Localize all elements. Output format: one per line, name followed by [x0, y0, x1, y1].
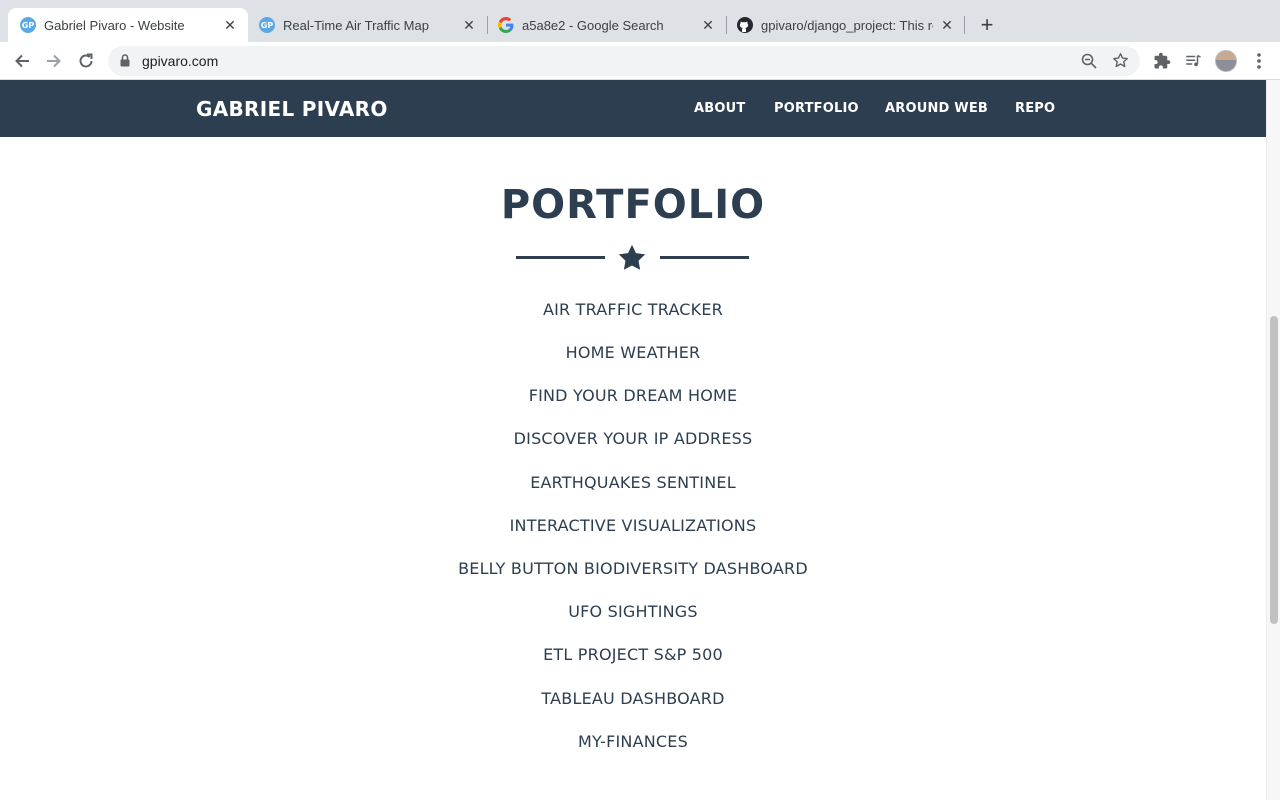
list-item: EARTHQUAKES SENTINEL — [0, 473, 1266, 492]
forward-arrow-icon — [47, 54, 61, 68]
list-item: MY-FINANCES — [0, 732, 1266, 751]
project-link-interactive-viz[interactable]: INTERACTIVE VISUALIZATIONS — [510, 516, 757, 535]
project-link-ip-address[interactable]: DISCOVER YOUR IP ADDRESS — [514, 429, 753, 448]
forward-button[interactable] — [42, 49, 66, 73]
tab-title: Gabriel Pivaro - Website — [44, 17, 185, 33]
media-control-icon[interactable] — [1182, 50, 1204, 72]
bookmark-star-icon[interactable] — [1112, 52, 1129, 74]
tab-separator — [964, 16, 965, 34]
project-link-ufo-sightings[interactable]: UFO SIGHTINGS — [568, 602, 698, 621]
close-tab-icon[interactable]: ✕ — [939, 17, 955, 33]
tab-gabriel-pivaro[interactable]: GP Gabriel Pivaro - Website ✕ — [8, 8, 248, 42]
project-link-dream-home[interactable]: FIND YOUR DREAM HOME — [529, 386, 738, 405]
scrollbar-thumb[interactable] — [1270, 316, 1278, 624]
site-brand[interactable]: GABRIEL PIVARO — [196, 97, 388, 121]
list-item: ETL PROJECT S&P 500 — [0, 645, 1266, 664]
list-item: DISCOVER YOUR IP ADDRESS — [0, 429, 1266, 448]
tab-strip: GP Gabriel Pivaro - Website ✕ GP Real-Ti… — [0, 0, 1280, 42]
list-item: INTERACTIVE VISUALIZATIONS — [0, 516, 1266, 535]
star-icon — [617, 243, 647, 278]
reload-button[interactable] — [74, 49, 98, 73]
list-item: UFO SIGHTINGS — [0, 602, 1266, 621]
url-text: gpivaro.com — [142, 53, 219, 69]
tab-air-traffic-map[interactable]: GP Real-Time Air Traffic Map ✕ — [247, 8, 487, 42]
profile-avatar[interactable] — [1215, 50, 1237, 72]
web-page: GABRIEL PIVARO ABOUT PORTFOLIO AROUND WE… — [0, 80, 1266, 800]
divider-line-right — [660, 256, 749, 259]
nav-link-about[interactable]: ABOUT — [694, 101, 745, 116]
google-icon — [498, 17, 514, 33]
close-tab-icon[interactable]: ✕ — [700, 17, 716, 33]
list-item: FIND YOUR DREAM HOME — [0, 386, 1266, 405]
project-link-air-traffic-tracker[interactable]: AIR TRAFFIC TRACKER — [543, 300, 723, 319]
tab-title: a5a8e2 - Google Search — [522, 17, 664, 33]
project-link-my-finances[interactable]: MY-FINANCES — [578, 732, 688, 751]
nav-link-portfolio[interactable]: PORTFOLIO — [774, 101, 859, 116]
reload-icon — [79, 53, 93, 68]
new-tab-button[interactable]: + — [975, 12, 999, 37]
tab-title: Real-Time Air Traffic Map — [283, 17, 429, 33]
close-tab-icon[interactable]: ✕ — [222, 17, 238, 33]
extensions-puzzle-icon[interactable] — [1151, 50, 1173, 72]
list-item: AIR TRAFFIC TRACKER — [0, 300, 1266, 319]
menu-kebab-icon[interactable] — [1248, 50, 1270, 72]
nav-link-around-web[interactable]: AROUND WEB — [885, 101, 988, 116]
divider-line-left — [516, 256, 605, 259]
lock-icon — [120, 54, 130, 72]
gp-favicon-icon: GP — [259, 17, 275, 33]
nav-link-repo[interactable]: REPO — [1015, 101, 1055, 116]
back-button[interactable] — [10, 49, 34, 73]
zoom-icon[interactable] — [1081, 53, 1097, 74]
project-link-home-weather[interactable]: HOME WEATHER — [566, 343, 701, 362]
close-tab-icon[interactable]: ✕ — [461, 17, 477, 33]
page-scrollbar[interactable] — [1266, 80, 1280, 800]
list-item: HOME WEATHER — [0, 343, 1266, 362]
project-link-tableau[interactable]: TABLEAU DASHBOARD — [541, 689, 724, 708]
github-icon — [737, 17, 753, 33]
back-arrow-icon — [15, 54, 29, 68]
portfolio-heading: PORTFOLIO — [500, 182, 766, 228]
tab-title: gpivaro/django_project: This re — [761, 17, 933, 33]
project-link-earthquakes[interactable]: EARTHQUAKES SENTINEL — [530, 473, 736, 492]
tab-google-search[interactable]: a5a8e2 - Google Search ✕ — [486, 8, 726, 42]
address-bar[interactable]: gpivaro.com — [108, 46, 1140, 76]
browser-toolbar: gpivaro.com — [0, 42, 1280, 80]
list-item: BELLY BUTTON BIODIVERSITY DASHBOARD — [0, 559, 1266, 578]
project-link-etl-sp500[interactable]: ETL PROJECT S&P 500 — [543, 645, 723, 664]
gp-favicon-icon: GP — [20, 17, 36, 33]
site-navbar: GABRIEL PIVARO ABOUT PORTFOLIO AROUND WE… — [0, 80, 1266, 137]
tab-github[interactable]: gpivaro/django_project: This re ✕ — [725, 8, 965, 42]
project-link-belly-button[interactable]: BELLY BUTTON BIODIVERSITY DASHBOARD — [458, 559, 808, 578]
list-item: TABLEAU DASHBOARD — [0, 689, 1266, 708]
